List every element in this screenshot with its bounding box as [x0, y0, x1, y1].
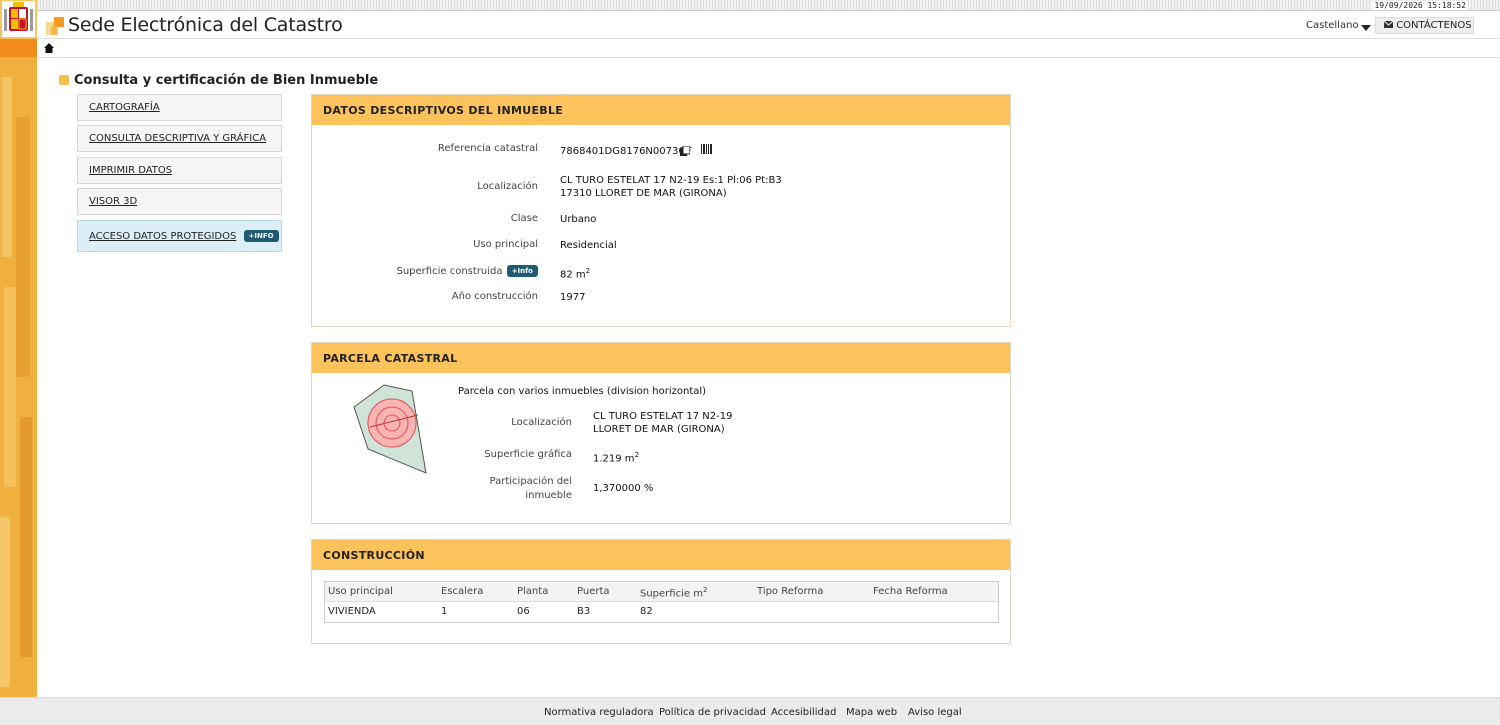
clase-label: Clase	[510, 213, 538, 224]
unit-exponent: 2	[585, 267, 591, 275]
footer-link-mapa-web[interactable]: Mapa web	[846, 707, 897, 718]
loc-value-line1: CL TURO ESTELAT 17 N2-19 Es:1 Pl:06 Pt:B…	[560, 175, 782, 186]
footer-link-accesibilidad[interactable]: Accesibilidad	[771, 707, 836, 718]
loc-label: Localización	[477, 181, 538, 192]
participacion-label-line1: Participación del	[489, 476, 572, 487]
superficie-grafica-value: 1.219 m2	[593, 449, 639, 465]
participacion-value: 1,370000 %	[593, 483, 654, 494]
superficie-label: Superficie construida	[396, 266, 503, 277]
panel-title: PARCELA CATASTRAL	[312, 343, 1010, 373]
footer-link-normativa[interactable]: Normativa reguladora	[544, 707, 654, 718]
clase-value: Urbano	[560, 214, 597, 225]
parcela-loc-label: Localización	[511, 417, 572, 428]
superficie-grafica-label: Superficie gráfica	[484, 449, 572, 460]
top-strip	[37, 0, 1500, 11]
unit-exponent: 2	[634, 451, 640, 459]
superficie-value: 82 m2	[560, 265, 590, 281]
city-photo-decoration	[0, 57, 37, 697]
datetime: 19/09/2026 15:18:52	[1372, 1, 1468, 10]
parcela-note: Parcela con varios inmuebles (division h…	[458, 386, 707, 397]
menu-item-acceso-protegidos[interactable]: ACCESO DATOS PROTEGIDOS +INFO	[77, 220, 282, 252]
language-selector[interactable]: Castellano	[1306, 20, 1359, 31]
panel-title: CONSTRUCCIÓN	[312, 540, 1010, 570]
accent-bar	[0, 39, 37, 57]
panel-parcela-catastral: PARCELA CATASTRAL Parcela con varios inm…	[311, 342, 1011, 524]
menu-item-consulta[interactable]: CONSULTA DESCRIPTIVA Y GRÁFICA	[77, 125, 282, 152]
panel-datos-descriptivos: DATOS DESCRIPTIVOS DEL INMUEBLE Referenc…	[311, 94, 1011, 327]
parcel-map-thumbnail[interactable]	[352, 383, 428, 475]
uso-value: Residencial	[560, 240, 617, 251]
ano-label: Año construcción	[451, 291, 538, 302]
table-header-row: Uso principal Escalera Planta Puerta Sup…	[325, 582, 998, 602]
menu-item-label: ACCESO DATOS PROTEGIDOS	[89, 231, 237, 242]
superficie-number: 82 m	[560, 269, 586, 281]
title-marker-icon	[59, 75, 69, 85]
ano-value: 1977	[560, 292, 586, 303]
column-header-text: Superficie m	[640, 588, 703, 600]
menu-item-cartografia[interactable]: CARTOGRAFÍA	[77, 94, 282, 121]
catastro-logo-icon	[46, 17, 64, 35]
table-row: VIVIENDA 1 06 B3 82	[325, 602, 998, 622]
uso-label: Uso principal	[473, 239, 538, 250]
menu-item-visor-3d[interactable]: VISOR 3D	[77, 188, 282, 215]
barcode-icon[interactable]	[701, 144, 712, 154]
footer-link-aviso-legal[interactable]: Aviso legal	[908, 707, 962, 718]
footer-link-privacidad[interactable]: Política de privacidad	[659, 707, 766, 718]
home-icon[interactable]	[44, 43, 54, 53]
construction-table: Uso principal Escalera Planta Puerta Sup…	[324, 581, 999, 623]
panel-title: DATOS DESCRIPTIVOS DEL INMUEBLE	[312, 95, 1010, 125]
superficie-grafica-number: 1.219 m	[593, 453, 635, 465]
table-cell: VIVIENDA	[328, 606, 376, 617]
site-footer: Normativa reguladora Política de privaci…	[0, 697, 1500, 725]
column-header: Escalera	[441, 586, 484, 597]
participacion-label-line2: inmueble	[525, 490, 572, 501]
side-photo-strip	[0, 0, 37, 697]
parcela-loc-line1: CL TURO ESTELAT 17 N2-19	[593, 411, 733, 422]
superficie-label-row: Superficie construida +Info	[312, 265, 538, 277]
loc-value-line2: 17310 LLORET DE MAR (GIRONA)	[560, 188, 727, 199]
column-header: Superficie m2	[640, 586, 707, 599]
table-cell: 82	[640, 606, 653, 617]
menu-item-imprimir[interactable]: IMPRIMIR DATOS	[77, 157, 282, 184]
superficie-info-badge[interactable]: +Info	[506, 265, 538, 277]
table-cell: 06	[517, 606, 530, 617]
breadcrumb	[37, 39, 1500, 58]
table-cell: B3	[577, 606, 591, 617]
envelope-icon	[1383, 20, 1394, 28]
table-cell: 1	[441, 606, 448, 617]
parcela-loc-line2: LLORET DE MAR (GIRONA)	[593, 424, 725, 435]
contact-button[interactable]: CONTÁCTENOS	[1375, 17, 1474, 34]
column-header: Puerta	[577, 586, 610, 597]
chevron-down-icon[interactable]	[1361, 24, 1371, 32]
copy-icon[interactable]	[680, 146, 690, 156]
site-header: Sede Electrónica del Catastro Castellano…	[37, 11, 1500, 39]
spain-crest-icon	[2, 1, 35, 37]
column-header: Planta	[517, 586, 549, 597]
info-badge[interactable]: +INFO	[243, 230, 279, 242]
contact-label: CONTÁCTENOS	[1396, 20, 1472, 31]
ref-value: 7868401DG8176N0073OF	[560, 146, 692, 157]
column-header: Uso principal	[328, 586, 393, 597]
unit-exponent: 2	[702, 586, 708, 594]
panel-construccion: CONSTRUCCIÓN Uso principal Escalera Plan…	[311, 539, 1011, 644]
ref-label: Referencia catastral	[437, 143, 538, 154]
column-header: Tipo Reforma	[757, 586, 824, 597]
column-header: Fecha Reforma	[873, 586, 948, 597]
page-title: Consulta y certificación de Bien Inmuebl…	[74, 73, 379, 88]
site-title[interactable]: Sede Electrónica del Catastro	[68, 14, 343, 36]
participacion-label: Participación del inmueble	[442, 475, 572, 503]
